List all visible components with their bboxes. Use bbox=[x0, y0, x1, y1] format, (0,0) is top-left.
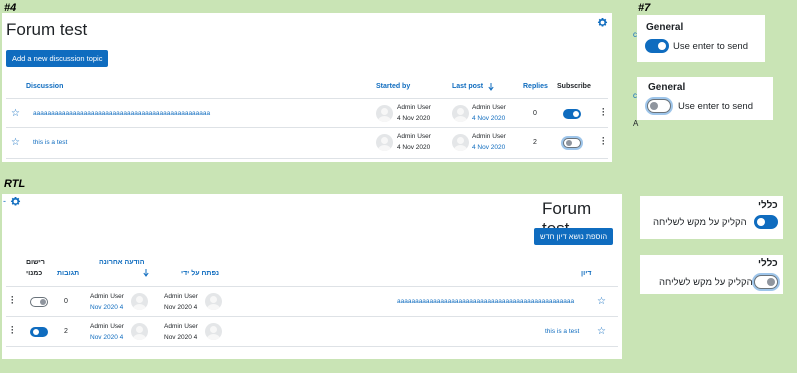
column-header-subscribe: Subscribe bbox=[557, 83, 591, 90]
settings-heading: כללי bbox=[758, 200, 778, 211]
more-actions-icon[interactable]: · · · bbox=[602, 134, 605, 149]
enter-to-send-label[interactable]: Use enter to send bbox=[673, 41, 748, 52]
clipped-text-fragment: A bbox=[633, 119, 639, 128]
settings-card: General Use enter to send bbox=[637, 77, 773, 120]
forum-panel-ltr: Forum test Add a new discussion topic Di… bbox=[2, 13, 612, 162]
settings-card: כללי הקליק על מקש לשליחה bbox=[640, 196, 783, 239]
more-actions-icon[interactable]: · · · bbox=[11, 323, 14, 338]
last-post-date-link[interactable]: 4 Nov 2020 bbox=[472, 144, 505, 151]
enter-to-send-toggle[interactable] bbox=[647, 99, 671, 113]
started-by-date: Nov 2020 4 bbox=[164, 304, 198, 311]
avatar bbox=[205, 293, 222, 310]
avatar bbox=[376, 105, 393, 122]
replies-count[interactable]: 2 bbox=[533, 139, 537, 146]
column-header-subscribe: רישום bbox=[26, 259, 45, 266]
avatar bbox=[376, 134, 393, 151]
replies-count[interactable]: 0 bbox=[64, 298, 68, 305]
replies-count[interactable]: 0 bbox=[533, 110, 537, 117]
subscribe-toggle[interactable] bbox=[30, 297, 48, 307]
avatar bbox=[131, 323, 148, 340]
add-discussion-button[interactable]: Add a new discussion topic bbox=[6, 50, 109, 67]
last-post-name[interactable]: Admin User bbox=[472, 133, 506, 140]
arrow-down-icon bbox=[488, 83, 494, 91]
section-tag-rtl: RTL bbox=[4, 178, 26, 190]
divider bbox=[6, 286, 618, 287]
discussion-link[interactable]: aaaaaaaaaaaaaaaaaaaaaaaaaaaaaaaaaaaaaaaa… bbox=[397, 298, 574, 305]
divider bbox=[6, 316, 618, 317]
clipped-text-fragment: - bbox=[3, 196, 6, 206]
settings-heading: General bbox=[648, 82, 686, 93]
column-header-last-post[interactable]: Last post bbox=[452, 83, 483, 90]
avatar bbox=[131, 293, 148, 310]
started-by-name[interactable]: Admin User bbox=[397, 133, 431, 140]
last-post-name[interactable]: Admin User bbox=[90, 293, 124, 300]
discussion-link[interactable]: this is a test bbox=[33, 139, 67, 146]
last-post-name[interactable]: Admin User bbox=[472, 104, 506, 111]
last-post-date-link[interactable]: Nov 2020 4 bbox=[90, 304, 123, 311]
column-header-discussion[interactable]: דיון bbox=[581, 270, 591, 277]
avatar bbox=[452, 134, 469, 151]
avatar bbox=[205, 323, 222, 340]
settings-heading: כללי bbox=[758, 258, 778, 269]
subscribe-toggle[interactable] bbox=[563, 138, 581, 148]
section-tag-settings: #7 bbox=[638, 2, 651, 14]
last-post-date-link[interactable]: Nov 2020 4 bbox=[90, 334, 123, 341]
more-actions-icon[interactable]: · · · bbox=[602, 105, 605, 120]
clipped-text-fragment: c bbox=[633, 91, 637, 100]
page-title: Forum test bbox=[6, 20, 88, 39]
column-header-replies[interactable]: Replies bbox=[523, 83, 548, 90]
settings-card: General Use enter to send bbox=[637, 15, 765, 62]
enter-to-send-label[interactable]: הקליק על מקש לשליחה bbox=[653, 217, 747, 228]
column-header-discussion[interactable]: Discussion bbox=[26, 83, 63, 90]
subscribe-toggle[interactable] bbox=[563, 109, 581, 119]
settings-card: כללי הקליק על מקש לשליחה bbox=[640, 255, 783, 294]
star-icon[interactable]: ☆ bbox=[597, 297, 606, 307]
more-actions-icon[interactable]: · · · bbox=[11, 293, 14, 308]
started-by-name[interactable]: Admin User bbox=[164, 323, 198, 330]
star-icon[interactable]: ☆ bbox=[11, 109, 20, 119]
started-by-date: 4 Nov 2020 bbox=[397, 144, 431, 151]
gear-icon[interactable] bbox=[597, 17, 608, 28]
column-header-replies[interactable]: תגובות bbox=[57, 270, 79, 277]
replies-count[interactable]: 2 bbox=[64, 328, 68, 335]
divider bbox=[6, 127, 608, 128]
forum-panel-rtl: - Forum test הוספת נושא דיון חדש רישום כ… bbox=[2, 194, 622, 359]
enter-to-send-toggle[interactable] bbox=[754, 215, 778, 229]
subscribe-toggle[interactable] bbox=[30, 327, 48, 337]
started-by-name[interactable]: Admin User bbox=[397, 104, 431, 111]
star-icon[interactable]: ☆ bbox=[597, 327, 606, 337]
enter-to-send-toggle[interactable] bbox=[754, 275, 778, 289]
enter-to-send-label[interactable]: הקליק על מקש לשליחה bbox=[659, 277, 753, 288]
column-header-started-by[interactable]: נפתח על ידי bbox=[181, 270, 219, 277]
enter-to-send-toggle[interactable] bbox=[645, 39, 669, 53]
last-post-date-link[interactable]: 4 Nov 2020 bbox=[472, 115, 505, 122]
discussion-link[interactable]: this is a test bbox=[545, 328, 579, 335]
add-discussion-button[interactable]: הוספת נושא דיון חדש bbox=[534, 228, 614, 245]
last-post-name[interactable]: Admin User bbox=[90, 323, 124, 330]
clipped-text-fragment: c bbox=[633, 30, 637, 39]
started-by-name[interactable]: Admin User bbox=[164, 293, 198, 300]
started-by-date: Nov 2020 4 bbox=[164, 334, 198, 341]
arrow-down-icon bbox=[143, 269, 149, 277]
column-header-last-post[interactable]: הודעה אחרונה bbox=[99, 259, 145, 266]
gear-icon[interactable] bbox=[10, 196, 21, 207]
star-icon[interactable]: ☆ bbox=[11, 138, 20, 148]
divider bbox=[6, 158, 608, 159]
column-header-started-by[interactable]: Started by bbox=[376, 83, 410, 90]
settings-heading: General bbox=[646, 22, 684, 33]
avatar bbox=[452, 105, 469, 122]
enter-to-send-label[interactable]: Use enter to send bbox=[678, 101, 753, 112]
column-header-subscribe-2: כמנוי bbox=[26, 270, 43, 277]
started-by-date: 4 Nov 2020 bbox=[397, 115, 431, 122]
divider bbox=[6, 98, 608, 99]
divider bbox=[6, 346, 618, 347]
discussion-link[interactable]: aaaaaaaaaaaaaaaaaaaaaaaaaaaaaaaaaaaaaaaa… bbox=[33, 110, 210, 117]
